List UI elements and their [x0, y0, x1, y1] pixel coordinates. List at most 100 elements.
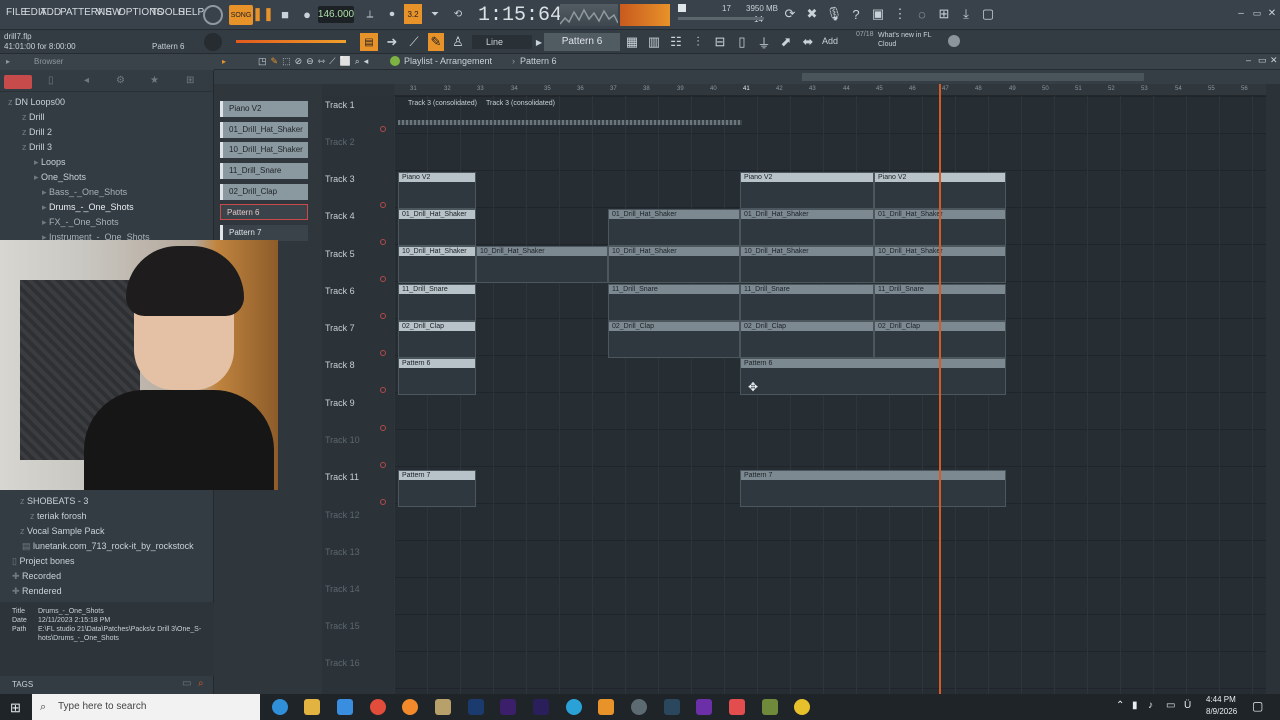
- channel-hat-shaker-01[interactable]: 01_Drill_Hat_Shaker: [220, 122, 308, 138]
- channel-rack-icon[interactable]: ☷: [668, 33, 684, 51]
- track-mute-button[interactable]: [380, 425, 386, 431]
- fl-studio-icon[interactable]: [598, 699, 614, 715]
- add-button[interactable]: Add: [822, 36, 838, 46]
- pattern-clip[interactable]: Piano V2: [398, 172, 476, 209]
- pattern-clip[interactable]: 10_Drill_Hat_Shaker: [740, 246, 874, 283]
- tool-slice-icon[interactable]: ⟋: [329, 56, 335, 67]
- folder-icon[interactable]: ▭: [182, 678, 191, 689]
- premiere-icon[interactable]: [500, 699, 516, 715]
- track-label[interactable]: Track 10: [325, 435, 360, 445]
- tray-arrow-icon[interactable]: ⌃: [1116, 700, 1124, 711]
- pattern-song-knob[interactable]: [203, 5, 223, 25]
- tool-paint-icon[interactable]: ⬚: [282, 56, 291, 67]
- tool-select-icon[interactable]: ◳: [258, 56, 267, 67]
- pause-icon[interactable]: ❚❚: [252, 6, 274, 22]
- playhead[interactable]: [939, 84, 941, 694]
- pattern-selector[interactable]: Pattern 6: [544, 33, 620, 51]
- track-mute-button[interactable]: [380, 387, 386, 393]
- file-explorer-icon[interactable]: [304, 699, 320, 715]
- pattern-clip[interactable]: 02_Drill_Clap: [398, 321, 476, 358]
- playlist-close-icon[interactable]: ✕: [1270, 55, 1278, 66]
- track-label[interactable]: Track 7: [325, 323, 355, 333]
- channel-hat-shaker-10[interactable]: 10_Drill_Hat_Shaker: [220, 142, 308, 158]
- pattern-clip[interactable]: 02_Drill_Clap: [608, 321, 740, 358]
- track-mute-button[interactable]: [380, 239, 386, 245]
- pattern-clip[interactable]: Piano V2: [740, 172, 874, 209]
- snap-mode-icon[interactable]: ▤: [360, 33, 378, 51]
- pattern-clip[interactable]: 11_Drill_Snare: [740, 284, 874, 321]
- list-item[interactable]: ▯ Project bones: [12, 556, 75, 567]
- chrome-icon[interactable]: [370, 699, 386, 715]
- firefox-icon[interactable]: [402, 699, 418, 715]
- pattern-clip[interactable]: 11_Drill_Snare: [608, 284, 740, 321]
- pattern-clip[interactable]: 02_Drill_Clap: [740, 321, 874, 358]
- list-item[interactable]: ▸ Loops: [34, 157, 66, 168]
- playlist-icon[interactable]: ▦: [624, 33, 640, 51]
- song-position-display[interactable]: 1:15:64: [478, 2, 562, 28]
- tags-label[interactable]: TAGS: [12, 680, 33, 689]
- mixer-view-icon[interactable]: ⫶: [690, 33, 706, 51]
- track-mute-button[interactable]: [380, 202, 386, 208]
- playlist-minimize-icon[interactable]: –: [1246, 55, 1251, 65]
- after-effects-icon[interactable]: [533, 699, 549, 715]
- edge-icon[interactable]: [272, 699, 288, 715]
- list-item[interactable]: z Drill 3: [22, 142, 52, 152]
- browser-star-icon[interactable]: ★: [150, 75, 159, 86]
- notification-icon[interactable]: ▢: [1252, 699, 1263, 713]
- tool-erase-icon[interactable]: ⊘: [295, 56, 303, 67]
- browser-back-icon[interactable]: ◂: [84, 75, 89, 86]
- track-label[interactable]: Track 3: [325, 174, 355, 184]
- minimize-icon[interactable]: –: [1234, 6, 1248, 20]
- track-label[interactable]: Track 14: [325, 584, 360, 594]
- master-volume-knob[interactable]: [204, 33, 222, 51]
- metronome-icon[interactable]: ⟂: [362, 6, 378, 22]
- stop-icon[interactable]: ■: [277, 6, 293, 22]
- list-item[interactable]: ▸ One_Shots: [34, 172, 86, 183]
- master-pitch-slider[interactable]: [236, 40, 346, 43]
- app-yellow-icon[interactable]: [794, 699, 810, 715]
- list-item[interactable]: ▸ Bass_-_One_Shots: [42, 187, 127, 198]
- photoshop-icon[interactable]: [468, 699, 484, 715]
- maximize-icon[interactable]: ▭: [1250, 6, 1264, 20]
- tool-slip-icon[interactable]: ⇿: [318, 56, 326, 67]
- midi-icon[interactable]: ⬌: [800, 33, 816, 51]
- pattern-clip[interactable]: 01_Drill_Hat_Shaker: [608, 209, 740, 246]
- channel-piano-v2[interactable]: Piano V2: [220, 101, 308, 117]
- telegram-icon[interactable]: [566, 699, 582, 715]
- track-mute-button[interactable]: [380, 462, 386, 468]
- track-label[interactable]: Track 15: [325, 621, 360, 631]
- list-item[interactable]: ▸ Drums_-_One_Shots: [42, 202, 134, 213]
- track-label[interactable]: Track 4: [325, 211, 355, 221]
- pattern-clip[interactable]: 10_Drill_Hat_Shaker: [608, 246, 740, 283]
- list-item[interactable]: z Vocal Sample Pack: [20, 526, 105, 536]
- track-mute-button[interactable]: [380, 499, 386, 505]
- list-item[interactable]: ✚ Recorded: [12, 571, 61, 582]
- plug-icon[interactable]: ⏚: [756, 33, 772, 51]
- browser-file-icon[interactable]: ▯: [48, 75, 54, 86]
- list-item[interactable]: ✚ Rendered: [12, 586, 62, 597]
- clock-date[interactable]: 8/9/2026: [1206, 707, 1237, 716]
- list-item[interactable]: z Drill 2: [22, 127, 52, 137]
- chat-icon[interactable]: ◌: [914, 6, 930, 22]
- play-pattern-icon[interactable]: ▶: [534, 33, 544, 51]
- window-icon[interactable]: ▢: [980, 6, 996, 22]
- help-icon[interactable]: ?: [848, 6, 864, 22]
- channel-pattern-6[interactable]: Pattern 6: [220, 204, 308, 220]
- track-mute-button[interactable]: [380, 313, 386, 319]
- app-icon[interactable]: [435, 699, 451, 715]
- tools-icon[interactable]: ✖: [804, 6, 820, 22]
- display-icon[interactable]: ▭: [1166, 700, 1175, 711]
- track-label[interactable]: Track 12: [325, 510, 360, 520]
- menu-add[interactable]: ADD: [40, 7, 61, 18]
- steam-icon[interactable]: [664, 699, 680, 715]
- wait-input-icon[interactable]: ⏺: [384, 6, 400, 22]
- tool-draw-icon[interactable]: ✎: [271, 56, 279, 67]
- pattern-clip[interactable]: 01_Drill_Hat_Shaker: [398, 209, 476, 246]
- list-item[interactable]: ▸ FX_-_One_Shots: [42, 217, 119, 228]
- tool-play-icon[interactable]: ◂: [364, 56, 369, 67]
- track-label[interactable]: Track 1: [325, 100, 355, 110]
- browser-add-icon[interactable]: [4, 75, 32, 89]
- playlist-maximize-icon[interactable]: ▭: [1258, 55, 1267, 66]
- language-icon[interactable]: Ü: [1184, 700, 1191, 711]
- browser-arrow-icon[interactable]: ▸: [6, 57, 10, 66]
